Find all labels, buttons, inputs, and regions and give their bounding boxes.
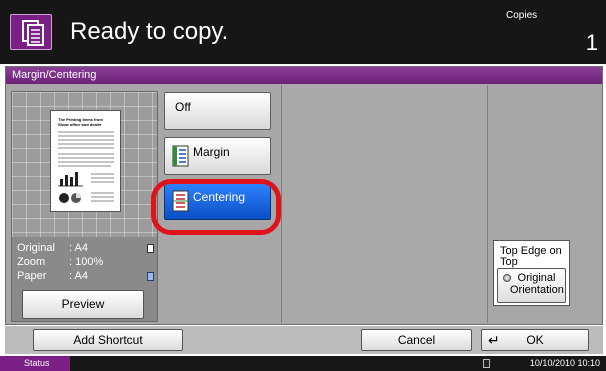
margin-icon — [172, 145, 189, 170]
ok-button[interactable]: ↵ OK — [481, 329, 589, 351]
panel-title: Margin/Centering — [6, 67, 602, 84]
sample-page-thumbnail: The Printing items from Show office and … — [50, 110, 121, 212]
info-zoom: Zoom : 100% — [12, 256, 157, 270]
cancel-button[interactable]: Cancel — [361, 329, 472, 351]
paper-label: Paper — [17, 270, 47, 282]
memory-card-icon — [483, 359, 490, 368]
margin-centering-panel: Margin/Centering The Printing items from… — [5, 66, 603, 325]
copies-count: 1 — [585, 30, 598, 55]
add-shortcut-button[interactable]: Add Shortcut — [33, 329, 183, 351]
status-message: Ready to copy. — [70, 18, 229, 45]
zoom-value: : 100% — [69, 256, 104, 268]
original-label: Original — [17, 242, 55, 254]
header-bar: Ready to copy. Copies 1 — [0, 0, 606, 64]
margin-button[interactable]: Margin — [164, 137, 271, 175]
ok-label: OK — [526, 333, 544, 347]
copy-screen: Ready to copy. Copies 1 Margin/Centering… — [0, 0, 606, 371]
sample-heading-2: Show office and dealer — [58, 122, 102, 127]
copy-document-icon — [10, 14, 52, 50]
top-edge-label: Top Edge on Top — [500, 245, 562, 268]
top-edge-box: Top Edge on Top Original Orientation — [493, 240, 570, 306]
preview-grid: The Printing items from Show office and … — [12, 92, 157, 237]
centering-label: Centering — [193, 190, 246, 204]
info-paper: Paper : A4 — [12, 270, 157, 284]
preview-button[interactable]: Preview — [22, 290, 144, 319]
off-button[interactable]: Off — [164, 92, 271, 130]
zoom-label: Zoom — [17, 256, 46, 268]
preview-area: The Printing items from Show office and … — [11, 91, 158, 322]
status-button[interactable]: Status — [0, 356, 70, 371]
centering-icon — [172, 190, 189, 215]
centering-button[interactable]: Centering — [164, 182, 271, 220]
info-original: Original : A4 — [12, 242, 157, 256]
margin-label: Margin — [193, 145, 230, 159]
enter-icon: ↵ — [488, 332, 500, 348]
copies-label: Copies — [506, 10, 538, 21]
paper-icon — [147, 244, 154, 253]
datetime: 10/10/2010 10:10 — [529, 358, 600, 368]
paper-tray-icon — [147, 272, 154, 281]
paper-value: : A4 — [69, 270, 88, 282]
original-value: : A4 — [69, 242, 88, 254]
bottom-bar: Add Shortcut Cancel ↵ OK — [5, 326, 603, 354]
settings-area — [281, 85, 488, 323]
status-bar: Status 10/10/2010 10:10 — [0, 356, 606, 371]
off-label: Off — [175, 100, 191, 114]
original-orientation-button[interactable]: Original Orientation — [497, 268, 566, 303]
original-orientation-label: Original Orientation — [510, 272, 564, 296]
